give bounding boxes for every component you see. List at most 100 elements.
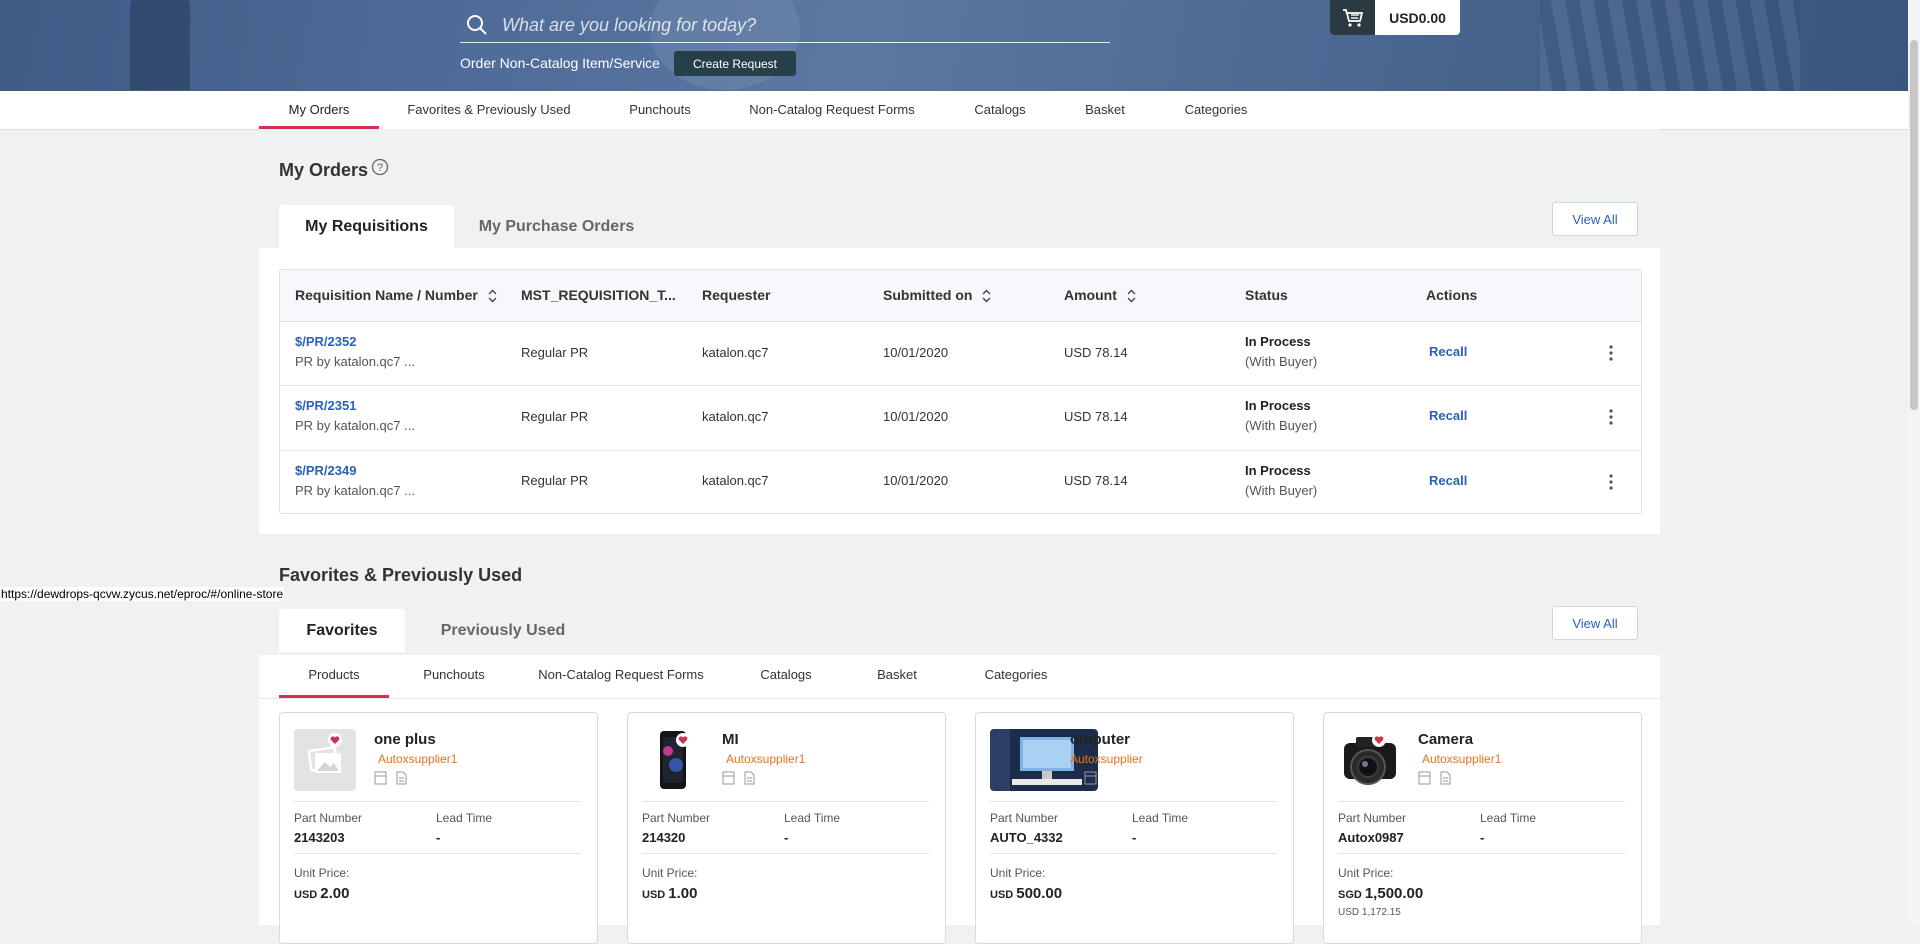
tab-my-purchase-orders[interactable]: My Purchase Orders bbox=[469, 205, 644, 248]
favorites-title: Favorites & Previously Used bbox=[279, 565, 523, 585]
part-number: 2143203 bbox=[294, 830, 345, 845]
price-value: 2.00 bbox=[320, 885, 350, 902]
catalog-icon bbox=[1084, 771, 1097, 785]
supplier-name: Autoxsupplier1 bbox=[1422, 752, 1502, 766]
heart-icon[interactable] bbox=[328, 733, 342, 747]
product-card[interactable]: Camera Autoxsupplier1 Part Number Lead T… bbox=[1323, 712, 1642, 944]
amount: USD 78.14 bbox=[1064, 345, 1128, 360]
search-bar bbox=[460, 6, 1110, 43]
tab-catalogs[interactable]: Catalogs bbox=[960, 91, 1040, 129]
search-icon[interactable] bbox=[466, 14, 488, 36]
requisition-name: PR by katalon.qc7 ... bbox=[295, 354, 415, 369]
requisition-type: Regular PR bbox=[521, 473, 589, 488]
divider bbox=[1338, 853, 1625, 854]
document-icon bbox=[1440, 771, 1451, 785]
requester: katalon.qc7 bbox=[702, 345, 769, 360]
unit-price: USD 2.00 bbox=[294, 885, 349, 902]
tab-punchouts[interactable]: Punchouts bbox=[614, 91, 706, 129]
unit-price-label: Unit Price: bbox=[990, 866, 1046, 880]
recall-link[interactable]: Recall bbox=[1429, 344, 1467, 359]
column-header-amount[interactable]: Amount bbox=[1064, 270, 1136, 321]
tab-my-orders[interactable]: My Orders bbox=[259, 91, 379, 129]
sort-icon[interactable] bbox=[488, 289, 497, 303]
product-name[interactable]: one plus bbox=[374, 731, 436, 748]
divider bbox=[1338, 801, 1625, 802]
unit-price: SGD 1,500.00 bbox=[1338, 885, 1423, 902]
table-row: $/PR/2351 PR by katalon.qc7 ... Regular … bbox=[280, 386, 1641, 451]
unit-price-label: Unit Price: bbox=[1338, 866, 1394, 880]
tab-non-catalog-request-forms[interactable]: Non-Catalog Request Forms bbox=[742, 91, 922, 129]
kebab-menu-icon[interactable] bbox=[1601, 343, 1621, 363]
lead-time-label: Lead Time bbox=[1132, 811, 1189, 825]
kebab-menu-icon[interactable] bbox=[1601, 407, 1621, 427]
converted-price: USD 1,172.15 bbox=[1338, 907, 1401, 918]
header-banner: Order Non-Catalog Item/Service Create Re… bbox=[0, 0, 1908, 91]
tab-basket[interactable]: Basket bbox=[1074, 91, 1136, 129]
column-header-requisition[interactable]: Requisition Name / Number bbox=[295, 270, 497, 321]
sort-icon[interactable] bbox=[1127, 289, 1136, 303]
supplier-name: Autoxsupplier1 bbox=[378, 752, 458, 766]
product-name[interactable]: omputer bbox=[1070, 731, 1130, 748]
subtab-products[interactable]: Products bbox=[279, 655, 389, 698]
heart-icon[interactable] bbox=[676, 733, 690, 747]
cart-button[interactable]: USD0.00 bbox=[1330, 0, 1460, 35]
create-request-button[interactable]: Create Request bbox=[674, 51, 796, 76]
view-all-favorites-button[interactable]: View All bbox=[1552, 606, 1638, 640]
amount: USD 78.14 bbox=[1064, 473, 1128, 488]
part-number-label: Part Number bbox=[294, 811, 363, 825]
subtab-non-catalog-request-forms[interactable]: Non-Catalog Request Forms bbox=[531, 655, 711, 698]
supplier-name: Autoxsupplier bbox=[1070, 752, 1143, 766]
scrollbar-thumb[interactable] bbox=[1910, 40, 1918, 410]
catalog-icon bbox=[374, 771, 387, 785]
lead-time: - bbox=[1132, 830, 1137, 845]
tab-previously-used[interactable]: Previously Used bbox=[423, 609, 583, 652]
column-header-requester[interactable]: Requester bbox=[702, 270, 770, 321]
tab-my-requisitions[interactable]: My Requisitions bbox=[279, 205, 454, 248]
sort-icon[interactable] bbox=[982, 289, 991, 303]
column-header-requisition-type[interactable]: MST_REQUISITION_T... bbox=[521, 270, 676, 321]
divider bbox=[642, 801, 929, 802]
cart-amount: USD0.00 bbox=[1389, 9, 1446, 26]
requisition-name: PR by katalon.qc7 ... bbox=[295, 483, 415, 498]
subtab-catalogs[interactable]: Catalogs bbox=[746, 655, 826, 698]
page-scrollbar[interactable] bbox=[1908, 0, 1920, 925]
catalog-icon bbox=[1418, 771, 1431, 785]
kebab-menu-icon[interactable] bbox=[1601, 472, 1621, 492]
column-header-actions: Actions bbox=[1426, 287, 1478, 303]
subtab-punchouts[interactable]: Punchouts bbox=[409, 655, 499, 698]
link-url-tooltip: https://dewdrops-qcvw.zycus.net/eproc/#/… bbox=[0, 587, 285, 601]
subtab-basket[interactable]: Basket bbox=[862, 655, 932, 698]
requisition-number-link[interactable]: $/PR/2352 bbox=[295, 334, 356, 349]
top-navigation: My Orders Favorites & Previously Used Pu… bbox=[0, 91, 1908, 130]
cart-icon[interactable] bbox=[1330, 0, 1375, 35]
tab-favorites-previously-used[interactable]: Favorites & Previously Used bbox=[399, 91, 579, 129]
divider bbox=[294, 801, 581, 802]
recall-link[interactable]: Recall bbox=[1429, 408, 1467, 423]
requisition-number-link[interactable]: $/PR/2349 bbox=[295, 463, 356, 478]
tab-categories[interactable]: Categories bbox=[1175, 91, 1257, 129]
divider bbox=[990, 801, 1277, 802]
column-header-status: Status bbox=[1245, 287, 1288, 303]
status-detail: (With Buyer) bbox=[1245, 483, 1318, 498]
product-card[interactable]: omputer Autoxsupplier Part Number Lead T… bbox=[975, 712, 1294, 944]
supplier-name: Autoxsupplier1 bbox=[726, 752, 806, 766]
search-input[interactable] bbox=[500, 8, 1104, 42]
help-icon[interactable]: ? bbox=[371, 158, 389, 176]
product-name[interactable]: MI bbox=[722, 731, 739, 748]
view-all-orders-button[interactable]: View All bbox=[1552, 202, 1638, 236]
column-label: Requisition Name / Number bbox=[295, 287, 478, 303]
heart-icon[interactable] bbox=[1372, 733, 1386, 747]
product-name[interactable]: Camera bbox=[1418, 731, 1473, 748]
part-number: 214320 bbox=[642, 830, 686, 845]
status: In Process bbox=[1245, 398, 1311, 413]
product-card[interactable]: MI Autoxsupplier1 Part Number Lead Time … bbox=[627, 712, 946, 944]
column-header-submitted-on[interactable]: Submitted on bbox=[883, 270, 991, 321]
recall-link[interactable]: Recall bbox=[1429, 473, 1467, 488]
product-card[interactable]: one plus Autoxsupplier1 Part Number Lead… bbox=[279, 712, 598, 944]
column-label: Submitted on bbox=[883, 287, 973, 303]
subtab-categories[interactable]: Categories bbox=[971, 655, 1061, 698]
tab-favorites[interactable]: Favorites bbox=[279, 609, 405, 652]
currency: USD bbox=[294, 889, 318, 901]
amount: USD 78.14 bbox=[1064, 409, 1128, 424]
requisition-number-link[interactable]: $/PR/2351 bbox=[295, 398, 356, 413]
